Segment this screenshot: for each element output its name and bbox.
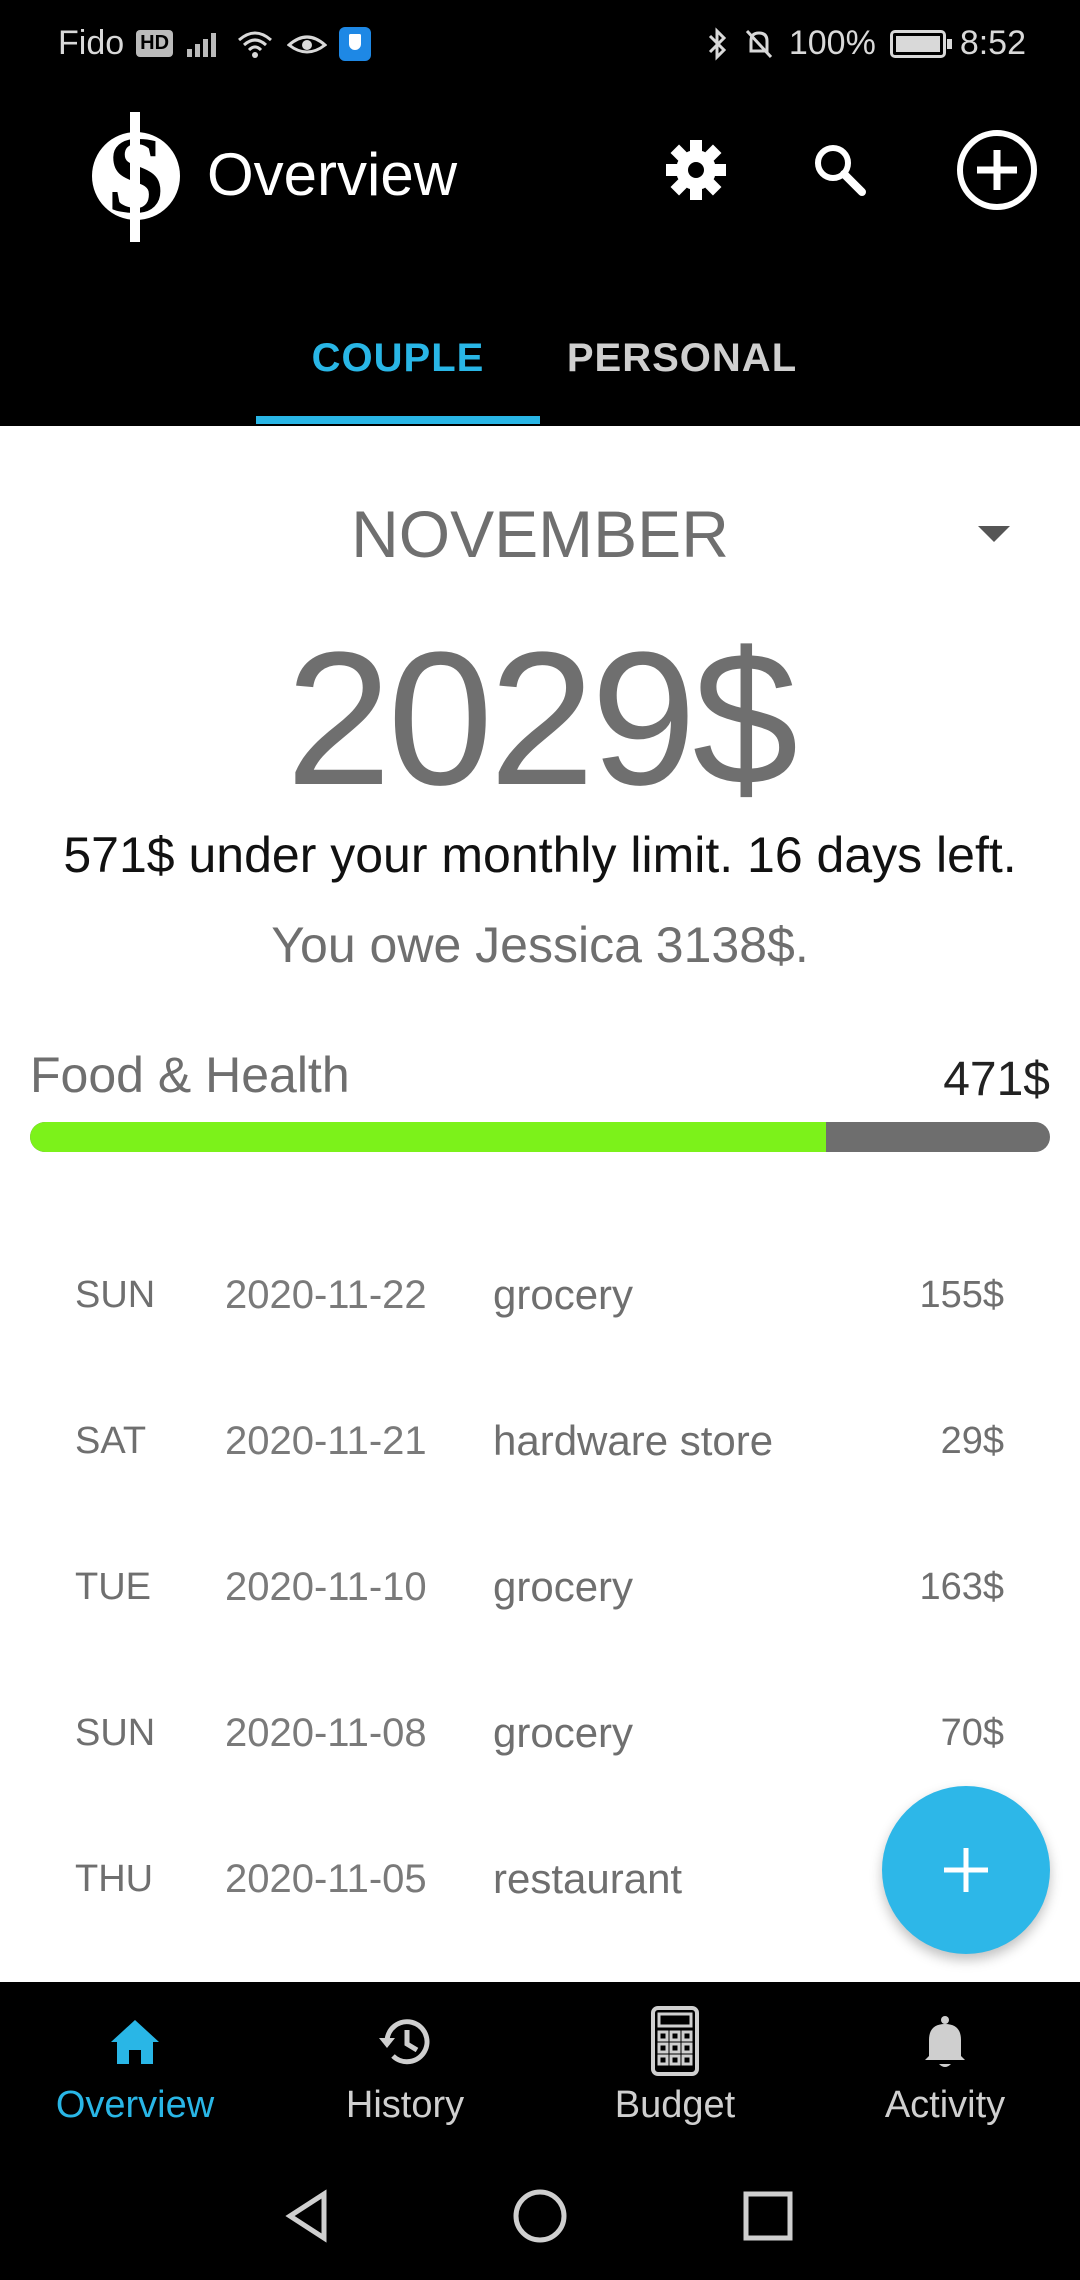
tx-day: THU <box>75 1857 154 1900</box>
tx-amount: 29$ <box>940 1419 1004 1462</box>
eye-comfort-icon <box>287 35 328 53</box>
battery-icon <box>889 29 952 58</box>
nav-overview[interactable]: Overview <box>0 1982 270 2152</box>
category-amount: 471$ <box>943 1053 1050 1106</box>
settings-icon[interactable] <box>656 130 736 210</box>
owe-summary: You owe Jessica 3138$. <box>271 917 809 973</box>
carrier-label: Fido <box>58 24 125 62</box>
tx-description: hardware store <box>493 1417 774 1464</box>
calculator-icon <box>651 2006 699 2076</box>
battery-percent: 100% <box>788 24 876 62</box>
search-icon[interactable] <box>800 130 880 210</box>
hd-badge: HD <box>136 30 174 57</box>
tx-amount: 163$ <box>919 1565 1004 1608</box>
nav-budget-label: Budget <box>614 2084 736 2126</box>
bottom-navigation: Overview History Budget Activity <box>0 1982 1080 2152</box>
bell-icon <box>925 2016 965 2067</box>
limit-summary: 571$ under your monthly limit. 16 days l… <box>63 827 1017 883</box>
bluetooth-icon <box>708 26 726 61</box>
tab-bar: COUPLE PERSONAL <box>0 290 1080 426</box>
shield-icon <box>339 26 372 61</box>
status-right: 100% 8:52 <box>707 24 1026 63</box>
table-row[interactable]: TUE 2020-11-10 grocery 163$ <box>0 1514 1080 1660</box>
mute-bell-icon <box>745 29 772 58</box>
category-progress-bar <box>30 1122 1050 1152</box>
tx-description: restaurant <box>493 1855 683 1902</box>
status-bar: Fido HD 100% 8:52 <box>0 0 1080 92</box>
tx-day: TUE <box>75 1565 151 1608</box>
clock: 8:52 <box>959 24 1026 62</box>
add-circle-icon[interactable] <box>955 128 1039 212</box>
tx-day: SUN <box>75 1711 156 1754</box>
tx-day: SAT <box>75 1419 147 1462</box>
total-amount: 2029$ <box>285 613 798 825</box>
status-left: Fido HD <box>58 24 372 63</box>
tx-description: grocery <box>493 1563 634 1610</box>
tx-date: 2020-11-21 <box>225 1418 427 1463</box>
tab-personal[interactable]: PERSONAL <box>540 290 824 426</box>
signal-icon <box>187 32 217 57</box>
nav-history[interactable]: History <box>270 1982 540 2152</box>
system-navigation-bar <box>0 2152 1080 2280</box>
dollar-logo-icon: $ <box>92 112 180 242</box>
nav-activity[interactable]: Activity <box>810 1982 1080 2152</box>
tx-day: SUN <box>75 1273 156 1316</box>
nav-activity-label: Activity <box>884 2084 1006 2126</box>
page-title: Overview <box>207 141 458 208</box>
recents-icon[interactable] <box>738 2186 798 2246</box>
app-bar: $ Overview COUPLE PERSONAL <box>0 92 1080 426</box>
add-transaction-button[interactable] <box>882 1786 1050 1954</box>
table-row[interactable]: SUN 2020-11-22 grocery 155$ <box>0 1222 1080 1368</box>
tx-description: grocery <box>493 1709 634 1756</box>
history-icon <box>379 2019 430 2065</box>
nav-overview-label: Overview <box>55 2084 215 2126</box>
nav-history-label: History <box>345 2084 465 2126</box>
nav-budget[interactable]: Budget <box>540 1982 810 2152</box>
tab-indicator <box>256 416 540 424</box>
home-icon <box>111 2020 159 2064</box>
table-row[interactable]: SAT 2020-11-21 hardware store 29$ <box>0 1368 1080 1514</box>
tx-date: 2020-11-08 <box>225 1710 427 1755</box>
dropdown-arrow-icon[interactable] <box>978 526 1010 542</box>
back-icon[interactable] <box>278 2186 338 2246</box>
plus-icon <box>944 1848 988 1892</box>
wifi-icon <box>238 31 273 58</box>
tx-date: 2020-11-10 <box>225 1564 427 1609</box>
tx-date: 2020-11-22 <box>225 1272 427 1317</box>
tx-description: grocery <box>493 1271 634 1318</box>
category-name: Food & Health <box>30 1047 350 1103</box>
tx-date: 2020-11-05 <box>225 1856 427 1901</box>
tx-amount: 70$ <box>940 1711 1004 1754</box>
tab-couple[interactable]: COUPLE <box>256 290 540 426</box>
home-circle-icon[interactable] <box>510 2186 570 2246</box>
tx-amount: 155$ <box>919 1273 1004 1316</box>
month-selector[interactable]: NOVEMBER <box>0 496 1080 572</box>
table-row[interactable]: SUN 2020-11-08 grocery 70$ <box>0 1660 1080 1806</box>
category-progress-fill <box>30 1122 826 1152</box>
